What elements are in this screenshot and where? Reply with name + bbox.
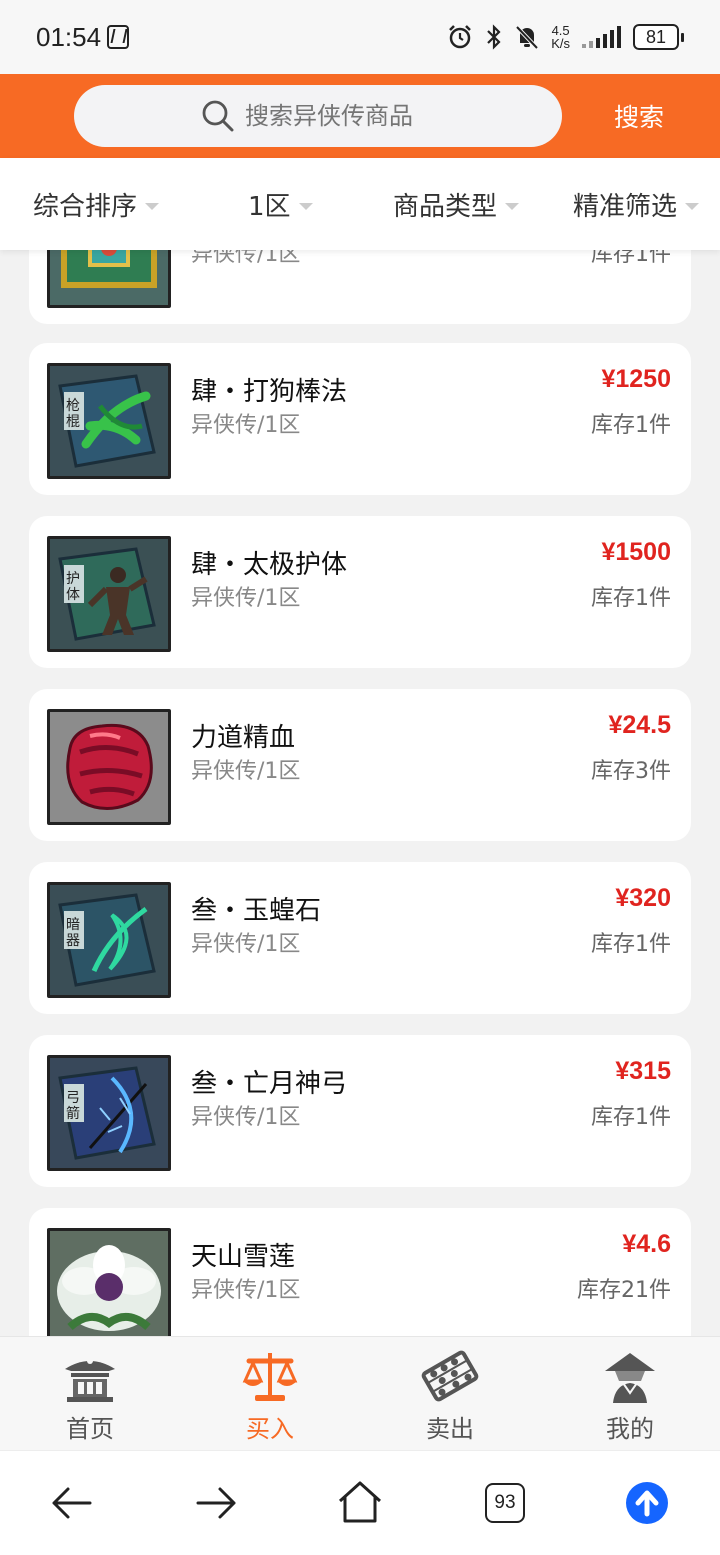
- product-region: 异侠传/1区: [191, 932, 301, 957]
- product-stock: 库存21件: [577, 1278, 671, 1303]
- product-stock: 库存1件: [591, 413, 671, 438]
- product-card[interactable]: 天山雪莲 异侠传/1区 ¥4.6 库存21件: [29, 1208, 691, 1336]
- svg-text:暗: 暗: [66, 917, 80, 933]
- svg-text:体: 体: [66, 587, 80, 603]
- product-stock: 库存1件: [591, 1105, 671, 1130]
- search-icon: [202, 100, 234, 132]
- product-region: 异侠传/1区: [191, 250, 301, 267]
- tab-buy[interactable]: 买入: [210, 1337, 330, 1451]
- skill-book-bow-icon: 弓 箭: [47, 1055, 171, 1171]
- tab-mine[interactable]: 我的: [570, 1337, 690, 1451]
- filter-advanced[interactable]: 精准筛选: [573, 158, 700, 250]
- product-region: 异侠传/1区: [191, 413, 301, 438]
- upload-button[interactable]: [626, 1482, 668, 1524]
- filter-sort[interactable]: 综合排序: [33, 158, 160, 250]
- abacus-icon: [421, 1350, 479, 1402]
- product-card[interactable]: 力道精血 异侠传/1区 ¥24.5 库存3件: [29, 689, 691, 841]
- back-arrow-icon[interactable]: [44, 1475, 100, 1531]
- book-label-bottom: 棍: [66, 414, 80, 430]
- product-card[interactable]: 护 体 肆・太极护体 异侠传/1区 ¥1500 库存1件: [29, 516, 691, 668]
- product-stock: 库存3件: [591, 759, 671, 784]
- skill-book-stick-icon: 枪 棍: [47, 363, 171, 479]
- alarm-icon: [449, 25, 472, 49]
- search-bar[interactable]: [74, 85, 562, 147]
- clock: 01:54: [36, 21, 102, 52]
- product-region: 异侠传/1区: [191, 1278, 301, 1303]
- product-stock: 库存1件: [591, 250, 671, 267]
- product-name: 肆・太极护体: [191, 550, 348, 580]
- tab-home[interactable]: 首页: [30, 1337, 150, 1451]
- product-name: 叁・玉蝗石: [191, 896, 322, 926]
- status-bar: 01:54 4.5 K/s 81: [0, 0, 720, 74]
- product-name: 力道精血: [191, 723, 296, 753]
- product-name: 肆・打狗棒法: [191, 377, 348, 407]
- caret-down-icon: [685, 202, 700, 210]
- svg-text:器: 器: [66, 933, 80, 949]
- product-price: ¥4.6: [622, 1230, 671, 1258]
- product-card[interactable]: 枪 棍 肆・打狗棒法 异侠传/1区 ¥1250 库存1件: [29, 343, 691, 495]
- arrow-up-icon: [635, 1490, 659, 1517]
- search-input[interactable]: [245, 102, 435, 130]
- product-price: ¥1500: [601, 538, 671, 566]
- caret-down-icon: [298, 202, 313, 210]
- tab-count-button[interactable]: 93: [485, 1483, 525, 1523]
- svg-text:弓: 弓: [66, 1090, 80, 1106]
- skill-book-guard-icon: 护 体: [47, 536, 171, 652]
- network-speed: 4.5 K/s: [551, 23, 570, 51]
- scale-icon: [242, 1353, 298, 1401]
- filter-category[interactable]: 商品类型: [393, 158, 520, 250]
- caret-down-icon: [505, 202, 520, 210]
- product-card[interactable]: 异侠传/1区 库存1件: [29, 250, 691, 324]
- nfc-icon: [107, 25, 130, 49]
- mute-bell-icon: [515, 25, 539, 50]
- forward-arrow-icon[interactable]: [188, 1475, 244, 1531]
- svg-text:护: 护: [66, 571, 80, 587]
- product-price: ¥315: [615, 1057, 671, 1085]
- search-button[interactable]: 搜索: [614, 98, 664, 134]
- product-card[interactable]: 弓 箭 叁・亡月神弓 异侠传/1区 ¥315 库存1件: [29, 1035, 691, 1187]
- caret-down-icon: [145, 202, 160, 210]
- product-price: ¥320: [615, 884, 671, 912]
- product-name: 天山雪莲: [191, 1242, 296, 1272]
- skill-book-hidden-weapon-icon: 暗 器: [47, 882, 171, 998]
- straw-hat-icon: [605, 1353, 655, 1403]
- search-header: 搜索: [0, 74, 720, 158]
- product-region: 异侠传/1区: [191, 586, 301, 611]
- browser-nav-bar: 93: [0, 1450, 720, 1555]
- snow-lotus-icon: [47, 1228, 171, 1336]
- product-list[interactable]: 异侠传/1区 库存1件 枪 棍 肆・打狗棒法 异侠传/1区 ¥1250 库存1件: [0, 250, 720, 1336]
- product-name: 叁・亡月神弓: [191, 1069, 348, 1099]
- svg-text:箭: 箭: [66, 1105, 80, 1122]
- bluetooth-icon: [487, 24, 501, 50]
- product-stock: 库存1件: [591, 586, 671, 611]
- blood-stone-icon: [47, 709, 171, 825]
- product-card[interactable]: 暗 器 叁・玉蝗石 异侠传/1区 ¥320 库存1件: [29, 862, 691, 1014]
- home-pavilion-icon: [65, 1358, 115, 1402]
- product-price: ¥24.5: [608, 711, 671, 739]
- tab-sell[interactable]: 卖出: [390, 1337, 510, 1451]
- product-region: 异侠传/1区: [191, 1105, 301, 1130]
- treasure-chest-icon: [47, 250, 171, 308]
- filter-region[interactable]: 1区: [248, 158, 313, 250]
- battery-icon: 81: [633, 24, 684, 50]
- book-label-top: 枪: [66, 397, 80, 414]
- product-price: ¥1250: [601, 365, 671, 393]
- home-icon[interactable]: [332, 1475, 388, 1531]
- product-region: 异侠传/1区: [191, 759, 301, 784]
- product-stock: 库存1件: [591, 932, 671, 957]
- filter-bar: 综合排序 1区 商品类型 精准筛选: [0, 158, 720, 250]
- bottom-tab-bar: 首页 买入 卖出 我的: [0, 1336, 720, 1451]
- signal-icon: [582, 26, 621, 48]
